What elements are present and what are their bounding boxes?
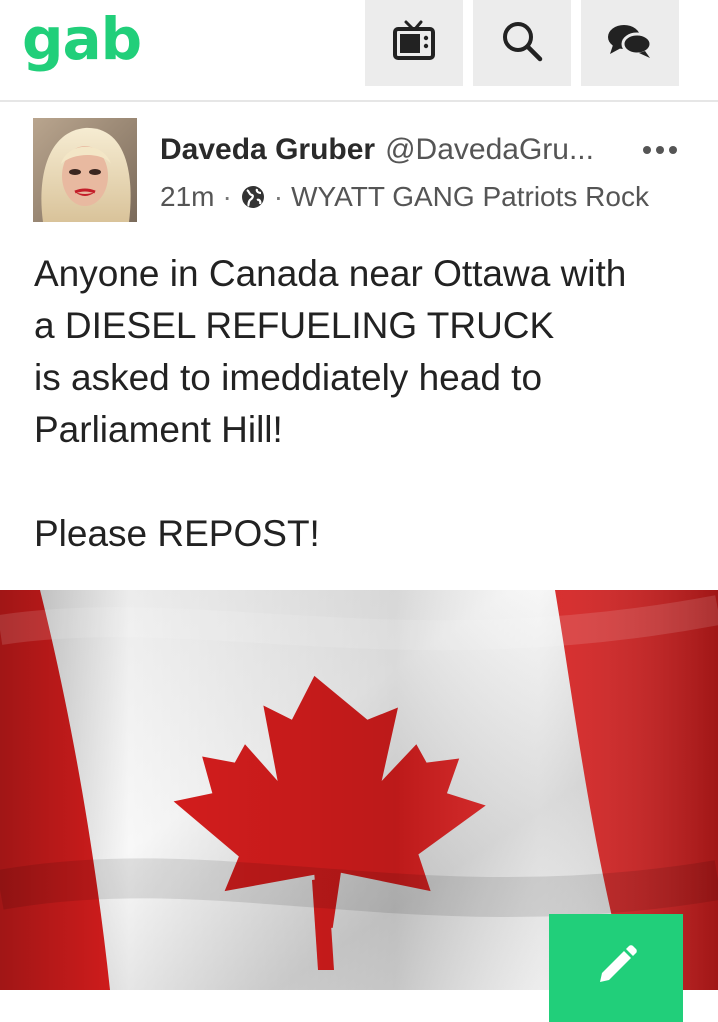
search-icon bbox=[499, 18, 545, 69]
author-line: Daveda Gruber @DavedaGru... bbox=[160, 132, 630, 168]
compose-button[interactable] bbox=[549, 914, 683, 1022]
gab-logo[interactable]: gab bbox=[22, 4, 142, 74]
post-body: Anyone in Canada near Ottawa with a DIES… bbox=[34, 248, 684, 560]
post-options-button[interactable] bbox=[640, 136, 680, 166]
pencil-icon bbox=[592, 942, 640, 995]
post-body-line: Parliament Hill! bbox=[34, 409, 283, 450]
search-button[interactable] bbox=[473, 0, 571, 86]
post-meta: 21m · · WYATT GANG Patriots Rock bbox=[160, 180, 649, 214]
more-horizontal-icon bbox=[642, 142, 678, 160]
meta-separator: · bbox=[273, 181, 284, 212]
post-body-line: Please REPOST! bbox=[34, 513, 320, 554]
post-body-line: is asked to imeddiately head to bbox=[34, 357, 543, 398]
post-body-line: a DIESEL REFUELING TRUCK bbox=[34, 305, 555, 346]
tv-button[interactable] bbox=[365, 0, 463, 86]
tv-icon bbox=[391, 18, 437, 69]
top-bar: gab bbox=[0, 0, 718, 102]
chat-icon bbox=[605, 18, 655, 69]
post-group-link[interactable]: WYATT GANG Patriots Rock bbox=[291, 180, 649, 214]
chat-button[interactable] bbox=[581, 0, 679, 86]
author-handle[interactable]: @DavedaGru... bbox=[385, 133, 594, 166]
avatar[interactable] bbox=[33, 118, 137, 222]
author-display-name[interactable]: Daveda Gruber bbox=[160, 133, 375, 166]
post-timestamp[interactable]: 21m bbox=[160, 180, 214, 214]
meta-separator: · bbox=[222, 181, 232, 212]
globe-icon bbox=[240, 184, 266, 210]
post-body-line: Anyone in Canada near Ottawa with bbox=[34, 253, 627, 294]
